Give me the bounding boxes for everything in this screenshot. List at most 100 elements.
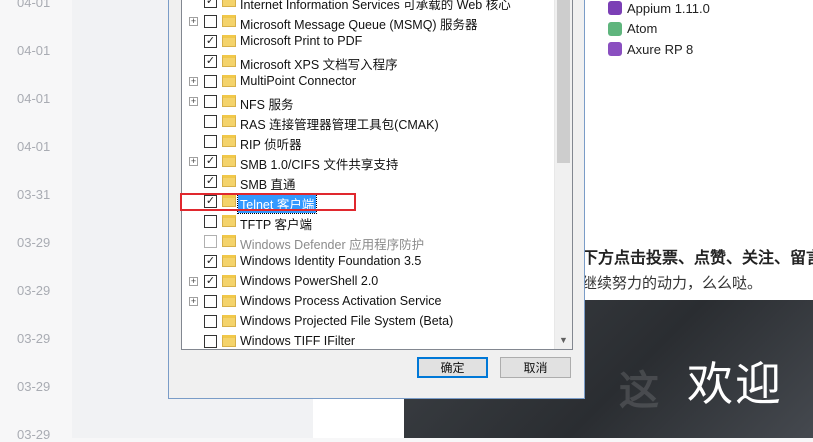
feature-row[interactable]: + Windows Process Activation Service xyxy=(182,292,554,312)
folder-icon xyxy=(222,95,236,107)
image-blur-text: 这 xyxy=(619,369,659,413)
feature-label[interactable]: MultiPoint Connector xyxy=(238,74,358,88)
feature-label[interactable]: Telnet 客户端 xyxy=(236,193,318,214)
feature-checkbox[interactable] xyxy=(204,135,217,148)
feature-row[interactable]: ✓ Windows Identity Foundation 3.5 xyxy=(182,252,554,272)
feature-row[interactable]: ✓ SMB 直通 xyxy=(182,172,554,192)
feature-row[interactable]: + ✓ Windows PowerShell 2.0 xyxy=(182,272,554,292)
feature-checkbox[interactable]: ✓ xyxy=(204,155,217,168)
feature-checkbox[interactable] xyxy=(204,315,217,328)
feature-row[interactable]: Windows Projected File System (Beta) xyxy=(182,312,554,332)
feature-checkbox[interactable] xyxy=(204,215,217,228)
feature-label[interactable]: Windows Projected File System (Beta) xyxy=(238,314,455,328)
feature-label[interactable]: Windows TIFF IFilter xyxy=(238,334,357,348)
feature-row[interactable]: + ✓ SMB 1.0/CIFS 文件共享支持 xyxy=(182,152,554,172)
scroll-down-arrow-icon[interactable]: ▼ xyxy=(557,334,570,346)
feature-row[interactable]: RAS 连接管理器管理工具包(CMAK) xyxy=(182,112,554,132)
feature-row[interactable]: ✓ Telnet 客户端 xyxy=(182,192,554,214)
feature-checkbox[interactable] xyxy=(204,15,217,28)
folder-icon xyxy=(222,295,236,307)
feature-row[interactable]: + MultiPoint Connector xyxy=(182,72,554,92)
date-column: 04-01 04-01 04-01 04-01 03-31 03-29 03-29 03-29… xyxy=(0,0,72,442)
folder-icon xyxy=(222,15,236,27)
folder-icon xyxy=(222,155,236,167)
folder-icon xyxy=(222,255,236,267)
expand-plus-icon[interactable]: + xyxy=(189,77,198,86)
date-label: 03-31 xyxy=(17,187,51,202)
app-name: Atom xyxy=(627,21,658,36)
feature-checkbox[interactable]: ✓ xyxy=(204,195,217,208)
feature-row[interactable]: ✓ Microsoft XPS 文档写入程序 xyxy=(182,52,554,72)
feature-checkbox[interactable]: ✓ xyxy=(204,55,217,68)
feature-checkbox[interactable] xyxy=(204,235,217,248)
app-list-item[interactable]: Atom xyxy=(608,19,657,39)
feature-row[interactable]: TFTP 客户端 xyxy=(182,212,554,232)
article-bold-text: 下方点击投票、点赞、关注、留言 xyxy=(582,250,813,267)
feature-row[interactable]: RIP 侦听器 xyxy=(182,132,554,152)
feature-checkbox[interactable]: ✓ xyxy=(204,35,217,48)
folder-icon xyxy=(222,195,236,207)
folder-icon xyxy=(222,55,236,67)
feature-label[interactable]: Microsoft Print to PDF xyxy=(238,34,364,48)
expand-plus-icon[interactable]: + xyxy=(189,157,198,166)
folder-icon xyxy=(222,135,236,147)
folder-icon xyxy=(222,75,236,87)
expand-plus-icon[interactable]: + xyxy=(189,277,198,286)
folder-icon xyxy=(222,215,236,227)
folder-icon xyxy=(222,115,236,127)
feature-label[interactable]: Windows Defender 应用程序防护 xyxy=(238,234,426,253)
feature-label[interactable]: TFTP 客户端 xyxy=(238,214,314,233)
feature-label[interactable]: Microsoft Message Queue (MSMQ) 服务器 xyxy=(238,14,480,33)
vertical-scrollbar[interactable]: ▼ xyxy=(554,0,572,349)
ok-button[interactable]: 确定 xyxy=(417,357,488,378)
feature-checkbox[interactable] xyxy=(204,115,217,128)
feature-label[interactable]: Microsoft XPS 文档写入程序 xyxy=(238,54,400,73)
date-label: 04-01 xyxy=(17,0,51,10)
date-label: 03-29 xyxy=(17,235,51,250)
folder-icon xyxy=(222,175,236,187)
image-welcome-text: 欢迎 xyxy=(687,358,783,410)
folder-icon xyxy=(222,0,236,7)
folder-icon xyxy=(222,35,236,47)
folder-icon xyxy=(222,275,236,287)
feature-checkbox[interactable] xyxy=(204,295,217,308)
date-label: 03-29 xyxy=(17,427,51,442)
date-label: 03-29 xyxy=(17,283,51,298)
feature-label[interactable]: SMB 直通 xyxy=(238,174,298,193)
feature-checkbox[interactable]: ✓ xyxy=(204,255,217,268)
feature-row[interactable]: ✓ Internet Information Services 可承载的 Web … xyxy=(182,0,554,12)
feature-checkbox[interactable]: ✓ xyxy=(204,175,217,188)
feature-row[interactable]: Windows Defender 应用程序防护 xyxy=(182,232,554,252)
app-list-item[interactable]: Axure RP 8 xyxy=(608,39,693,59)
feature-checkbox[interactable] xyxy=(204,335,217,348)
feature-label[interactable]: Windows Process Activation Service xyxy=(238,294,443,308)
feature-checkbox[interactable]: ✓ xyxy=(204,275,217,288)
feature-label[interactable]: RIP 侦听器 xyxy=(238,134,304,153)
feature-label[interactable]: Windows PowerShell 2.0 xyxy=(238,274,380,288)
feature-label[interactable]: SMB 1.0/CIFS 文件共享支持 xyxy=(238,154,400,173)
features-tree[interactable]: ▼ ✓ Internet Information Services 可承载的 We… xyxy=(181,0,573,350)
expand-plus-icon[interactable]: + xyxy=(189,17,198,26)
date-label: 04-01 xyxy=(17,91,51,106)
feature-checkbox[interactable] xyxy=(204,75,217,88)
feature-row[interactable]: Windows TIFF IFilter xyxy=(182,332,554,349)
scrollbar-thumb[interactable] xyxy=(557,0,570,163)
feature-label[interactable]: Windows Identity Foundation 3.5 xyxy=(238,254,423,268)
feature-row[interactable]: + NFS 服务 xyxy=(182,92,554,112)
date-label: 04-01 xyxy=(17,43,51,58)
feature-label[interactable]: NFS 服务 xyxy=(238,94,295,113)
feature-row[interactable]: ✓ Microsoft Print to PDF xyxy=(182,32,554,52)
app-list-item[interactable]: Appium 1.11.0 xyxy=(608,0,710,18)
expand-plus-icon[interactable]: + xyxy=(189,297,198,306)
atom-icon xyxy=(608,21,622,36)
date-label: 03-29 xyxy=(17,331,51,346)
date-label: 03-29 xyxy=(17,379,51,394)
feature-checkbox[interactable]: ✓ xyxy=(204,0,217,8)
folder-icon xyxy=(222,315,236,327)
feature-label[interactable]: RAS 连接管理器管理工具包(CMAK) xyxy=(238,114,441,133)
feature-row[interactable]: + Microsoft Message Queue (MSMQ) 服务器 xyxy=(182,12,554,32)
feature-checkbox[interactable] xyxy=(204,95,217,108)
cancel-button[interactable]: 取消 xyxy=(500,357,571,378)
expand-plus-icon[interactable]: + xyxy=(189,97,198,106)
appium-icon xyxy=(608,1,622,15)
